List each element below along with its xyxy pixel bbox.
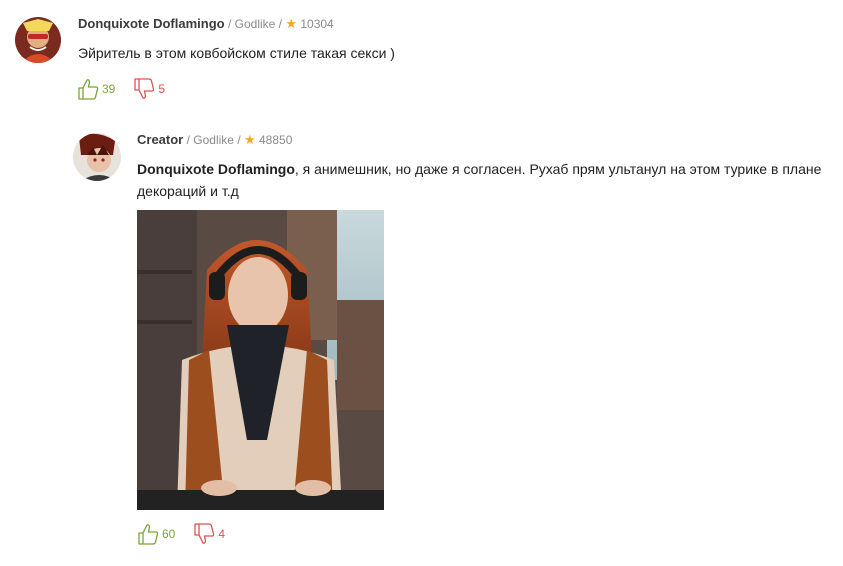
thumbs-down-icon — [194, 523, 215, 544]
like-button[interactable]: 60 — [137, 523, 175, 545]
dislike-button[interactable]: 4 — [193, 523, 225, 545]
photo-image — [137, 210, 384, 510]
dislike-count: 4 — [218, 527, 226, 541]
thumbs-up-icon — [138, 524, 159, 545]
reply-mention[interactable]: Donquixote Doflamingo — [137, 161, 295, 177]
separator: / — [237, 133, 241, 147]
vote-bar: 60 4 — [137, 523, 225, 545]
user-rank: Godlike — [193, 133, 234, 147]
avatar-image — [73, 133, 121, 181]
star-icon: ★ — [244, 132, 256, 147]
author-name[interactable]: Creator — [137, 132, 183, 147]
user-rating: 48850 — [259, 133, 293, 147]
comment-text: Donquixote Doflamingo, я анимешник, но д… — [137, 158, 827, 202]
avatar[interactable] — [73, 133, 121, 181]
separator: / — [186, 133, 190, 147]
like-count: 60 — [162, 527, 176, 541]
comment-2: Creator / Godlike / ★ 48850 Donquixote D… — [0, 0, 843, 566]
attached-photo[interactable] — [137, 210, 384, 510]
comment-header: Creator / Godlike / ★ 48850 — [137, 132, 292, 148]
